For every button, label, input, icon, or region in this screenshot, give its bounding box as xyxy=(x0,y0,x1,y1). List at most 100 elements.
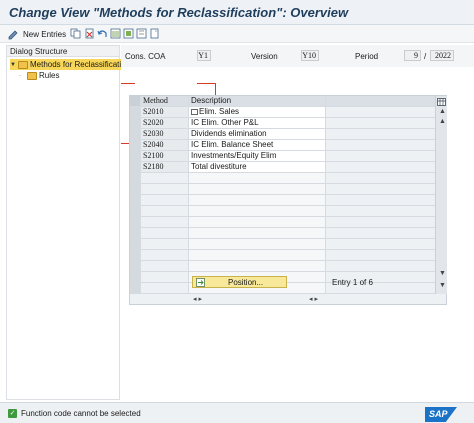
scroll-up-arrow-icon[interactable]: ▲ xyxy=(439,108,446,115)
undo-icon[interactable] xyxy=(97,28,108,39)
empty-cell[interactable] xyxy=(130,217,141,228)
empty-table-row[interactable] xyxy=(130,239,435,250)
empty-cell xyxy=(326,107,435,118)
print-icon[interactable] xyxy=(149,28,160,39)
column-header-method[interactable]: Method xyxy=(141,96,189,107)
row-selector[interactable] xyxy=(130,107,141,118)
empty-cell xyxy=(326,195,435,206)
delete-icon[interactable] xyxy=(84,28,95,39)
new-entries-button[interactable]: New Entries xyxy=(8,28,66,40)
scroll-down-arrow-icon[interactable]: ▼ xyxy=(439,282,446,289)
version-label: Version xyxy=(251,52,278,61)
empty-cell[interactable] xyxy=(189,217,326,228)
empty-cell xyxy=(326,217,435,228)
select-all-icon[interactable] xyxy=(110,28,121,39)
method-cell: S2020 xyxy=(141,118,189,129)
table-row[interactable]: S2100 Investments/Equity Elim xyxy=(130,151,435,162)
method-cell: S2100 xyxy=(141,151,189,162)
empty-cell[interactable] xyxy=(141,206,189,217)
empty-cell xyxy=(326,206,435,217)
empty-cell[interactable] xyxy=(130,206,141,217)
select-block-icon[interactable] xyxy=(123,28,134,39)
empty-cell[interactable] xyxy=(141,272,189,283)
tree-item-methods-for-reclassification[interactable]: ▼ Methods for Reclassification xyxy=(10,59,134,70)
empty-cell[interactable] xyxy=(130,239,141,250)
empty-table-row[interactable] xyxy=(130,184,435,195)
empty-cell xyxy=(326,162,435,173)
empty-cell[interactable] xyxy=(141,195,189,206)
description-cell[interactable]: Total divestiture xyxy=(189,162,326,173)
empty-cell[interactable] xyxy=(130,272,141,283)
empty-cell[interactable] xyxy=(189,250,326,261)
empty-cell[interactable] xyxy=(189,184,326,195)
empty-cell[interactable] xyxy=(189,206,326,217)
expand-triangle-icon[interactable]: ▼ xyxy=(10,62,16,68)
empty-cell[interactable] xyxy=(141,217,189,228)
empty-cell[interactable] xyxy=(141,228,189,239)
empty-table-row[interactable] xyxy=(130,228,435,239)
description-cell[interactable]: IC Elim. Balance Sheet xyxy=(189,140,326,151)
empty-cell[interactable] xyxy=(130,173,141,184)
row-selector[interactable] xyxy=(130,151,141,162)
status-bar: ✓ Function code cannot be selected SAP xyxy=(0,402,474,423)
empty-cell[interactable] xyxy=(130,283,141,294)
empty-table-row[interactable] xyxy=(130,206,435,217)
tree-item-rules[interactable]: · Rules xyxy=(19,70,59,81)
empty-cell[interactable] xyxy=(130,261,141,272)
table-row[interactable]: S2180 Total divestiture xyxy=(130,162,435,173)
description-cell[interactable]: IC Elim. Other P&L xyxy=(189,118,326,129)
horizontal-scrollbar[interactable]: ◂ ▸ ◂ ▸ xyxy=(189,294,435,305)
empty-cell[interactable] xyxy=(189,195,326,206)
empty-cell[interactable] xyxy=(141,261,189,272)
row-selector[interactable] xyxy=(130,118,141,129)
select-all-rows-button[interactable] xyxy=(130,96,141,107)
input-help-icon[interactable] xyxy=(191,108,198,115)
empty-cell[interactable] xyxy=(189,228,326,239)
row-selector[interactable] xyxy=(130,140,141,151)
empty-table-row[interactable] xyxy=(130,195,435,206)
empty-cell[interactable] xyxy=(141,173,189,184)
table-row[interactable]: S2030 Dividends elimination xyxy=(130,129,435,140)
empty-cell[interactable] xyxy=(130,195,141,206)
empty-cell[interactable] xyxy=(130,250,141,261)
scroll-right-arrow-icon[interactable]: ◂ ▸ xyxy=(309,295,318,303)
position-button[interactable]: Position... xyxy=(192,276,287,288)
scroll-up-arrow-icon[interactable]: ▲ xyxy=(439,118,446,125)
empty-cell[interactable] xyxy=(141,283,189,294)
deselect-all-icon[interactable] xyxy=(136,28,147,39)
table-header-row: Method Description xyxy=(130,96,435,107)
description-cell[interactable]: Dividends elimination xyxy=(189,129,326,140)
cons-coa-field[interactable]: Y1 xyxy=(197,50,211,61)
empty-cell[interactable] xyxy=(189,261,326,272)
version-field[interactable]: Y10 xyxy=(301,50,319,61)
table-row[interactable]: S2010 I Elim. Sales xyxy=(130,107,435,118)
empty-cell[interactable] xyxy=(189,173,326,184)
period-field[interactable]: 9 xyxy=(404,50,421,61)
row-selector[interactable] xyxy=(130,162,141,173)
tree-item-label: Methods for Reclassification xyxy=(30,60,131,69)
vertical-scrollbar[interactable]: ▲ ▲ ▼ ▼ xyxy=(435,96,447,294)
copy-icon[interactable] xyxy=(70,28,81,39)
table-settings-icon[interactable] xyxy=(437,98,446,106)
method-cell: S2010 xyxy=(141,107,189,118)
column-header-description[interactable]: Description xyxy=(189,96,326,107)
scroll-left-arrow-icon[interactable]: ◂ ▸ xyxy=(193,295,202,303)
description-cell[interactable]: I Elim. Sales xyxy=(189,107,326,118)
empty-table-row[interactable] xyxy=(130,173,435,184)
year-field[interactable]: 2022 xyxy=(430,50,454,61)
empty-cell[interactable] xyxy=(130,184,141,195)
empty-table-row[interactable] xyxy=(130,261,435,272)
description-cell[interactable]: Investments/Equity Elim xyxy=(189,151,326,162)
table-row[interactable]: S2020 IC Elim. Other P&L xyxy=(130,118,435,129)
table-row[interactable]: S2040 IC Elim. Balance Sheet xyxy=(130,140,435,151)
empty-cell[interactable] xyxy=(141,184,189,195)
empty-table-row[interactable] xyxy=(130,217,435,228)
tree-item-label: Rules xyxy=(39,71,60,80)
empty-table-row[interactable] xyxy=(130,250,435,261)
empty-cell[interactable] xyxy=(141,239,189,250)
row-selector[interactable] xyxy=(130,129,141,140)
empty-cell[interactable] xyxy=(130,228,141,239)
empty-cell[interactable] xyxy=(189,239,326,250)
empty-cell[interactable] xyxy=(141,250,189,261)
scroll-down-arrow-icon[interactable]: ▼ xyxy=(439,270,446,277)
